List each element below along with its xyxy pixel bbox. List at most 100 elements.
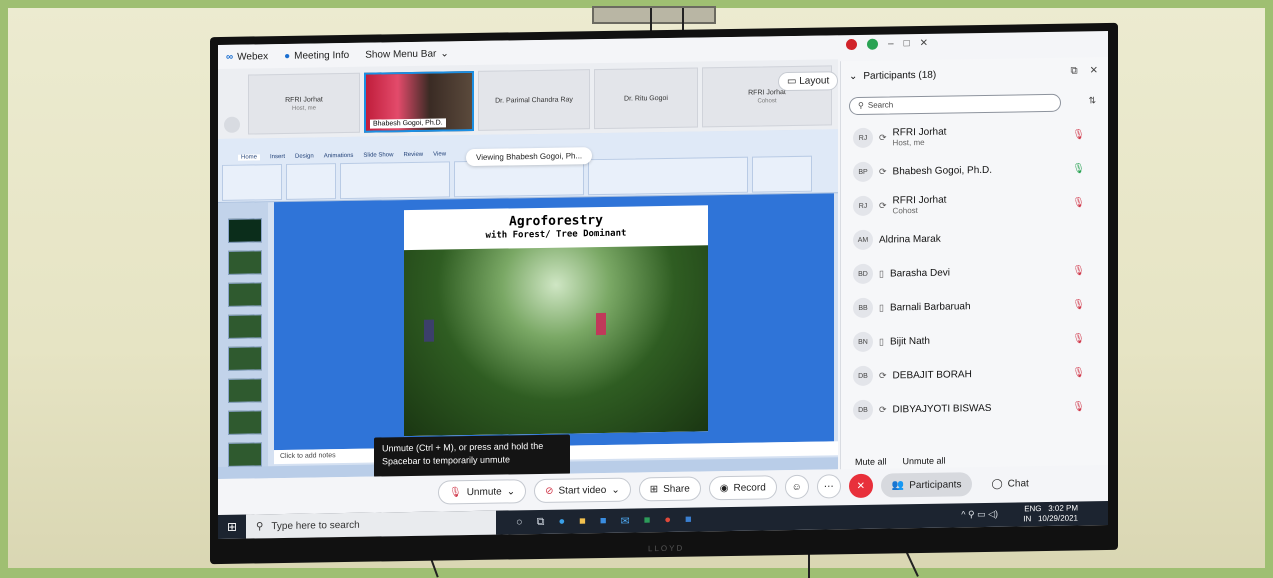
close-icon[interactable]: ✕ (920, 38, 928, 49)
ppt-ribbon: Home Insert Design Animations Slide Show… (218, 129, 838, 204)
meeting-info-button[interactable]: ● Meeting Info (284, 49, 349, 61)
popout-icon[interactable]: ⧉ (1070, 66, 1077, 77)
strip-scroll-left-button[interactable] (224, 116, 240, 133)
ribbon-tab[interactable]: Animations (324, 153, 354, 159)
share-label: Share (663, 483, 690, 495)
chevron-down-icon[interactable]: ⌄ (611, 484, 619, 495)
file-explorer-icon[interactable]: ■ (579, 515, 586, 528)
video-thumbnail[interactable]: RFRI Jorhat Host, me (248, 72, 360, 135)
chat-button[interactable]: ◯ Chat (980, 471, 1039, 496)
participant-row[interactable]: BP ⟳ Bhabesh Gogoi, Ph.D. 🎙 (845, 151, 1095, 189)
webex-taskbar-icon[interactable]: ■ (685, 513, 692, 526)
end-call-button[interactable]: ✕ (848, 473, 873, 499)
collapse-chevron-icon[interactable]: ⌄ (849, 71, 857, 82)
cortana-icon[interactable]: ○ (516, 516, 523, 529)
wall-mount (592, 6, 716, 24)
store-icon[interactable]: ■ (600, 514, 607, 527)
participants-panel: ⌄ Participants (18) ⧉ ✕ ⚲ Search ⇅ RJ ⟳ … (840, 57, 1108, 470)
record-icon: ◉ (719, 482, 729, 494)
maximize-button[interactable]: □ (904, 38, 910, 49)
mic-muted-icon: 🎙 (1072, 366, 1085, 379)
search-icon: ⚲ (256, 520, 264, 532)
avatar: BB (853, 297, 873, 319)
chat-icon: ◯ (991, 478, 1003, 490)
thumbnail-role: Cohost (757, 97, 777, 105)
more-options-button[interactable]: ⋯ (816, 474, 841, 499)
mic-muted-icon: 🎙 (1072, 332, 1085, 345)
windows-start-icon[interactable]: ⊞ (218, 515, 246, 539)
avatar: RJ (853, 127, 873, 149)
minimize-button[interactable]: – (888, 38, 894, 49)
slide-thumbnail[interactable] (228, 250, 262, 275)
start-video-button[interactable]: ⊘ Start video ⌄ (534, 477, 631, 504)
device-icon: ▯ (879, 336, 884, 347)
show-menu-bar-button[interactable]: Show Menu Bar ⌄ (365, 48, 449, 60)
task-view-icon[interactable]: ⧉ (537, 515, 545, 528)
participant-row[interactable]: DB ⟳ DIBYAJYOTI BISWAS 🎙 (845, 389, 1095, 427)
avatar: BD (853, 263, 873, 285)
chevron-down-icon[interactable]: ⌄ (507, 486, 515, 497)
mute-all-button[interactable]: Mute all (855, 457, 887, 467)
close-icon[interactable]: ✕ (1090, 65, 1098, 76)
current-slide: Agroforestry with Forest/ Tree Dominant (404, 205, 708, 437)
participant-name: Aldrina Marak (879, 233, 941, 246)
reactions-button[interactable]: ☺ (784, 474, 809, 500)
system-tray-icons: ^ ⚲ ▭ ◁) (961, 508, 998, 520)
layout-button[interactable]: ▭ Layout (778, 71, 839, 92)
participant-name: Barnali Barbaruah (889, 300, 971, 313)
ribbon-tab[interactable]: Insert (270, 154, 285, 160)
slide-thumbnail[interactable] (228, 378, 262, 403)
television: ∞ Webex ● Meeting Info Show Menu Bar ⌄ –… (210, 22, 1118, 565)
ribbon-group-clipboard (222, 164, 282, 201)
ribbon-group-drawing (588, 156, 748, 196)
ribbon-tab[interactable]: Design (295, 154, 314, 160)
slide-thumbnail[interactable] (228, 282, 262, 307)
slide-thumbnail[interactable] (228, 410, 262, 435)
participant-row[interactable]: DB ⟳ DEBAJIT BORAH 🎙 (845, 355, 1095, 393)
participant-row[interactable]: RJ ⟳ RFRI Jorhat Cohost 🎙 (845, 185, 1095, 223)
mail-icon[interactable]: ✉ (620, 514, 629, 527)
person-figure (424, 319, 434, 342)
webex-logo-icon: ∞ (226, 51, 234, 63)
webex-app-label[interactable]: ∞ Webex (226, 51, 268, 63)
participant-role: Cohost (892, 206, 918, 216)
participant-search-input[interactable]: ⚲ Search (849, 93, 1061, 116)
search-icon: ⚲ (858, 100, 864, 110)
recording-icon (846, 38, 857, 51)
slide-thumbnail[interactable] (228, 442, 262, 467)
edge-icon[interactable]: ● (559, 515, 566, 528)
ribbon-tab[interactable]: Home (238, 154, 261, 161)
participant-row[interactable]: AM Aldrina Marak (845, 219, 1095, 257)
share-button[interactable]: ⊞ Share (638, 476, 701, 502)
participant-row[interactable]: RJ ⟳ RFRI Jorhat Host, me 🎙 (845, 117, 1095, 155)
record-button[interactable]: ◉ Record (708, 475, 777, 501)
unmute-all-button[interactable]: Unmute all (903, 456, 946, 467)
participant-row[interactable]: BD ▯ Barasha Devi 🎙 (845, 253, 1095, 291)
video-thumbnail[interactable]: Dr. Ritu Gogoi (594, 67, 698, 130)
slide-thumbnail[interactable] (228, 346, 262, 371)
chrome-icon[interactable]: ● (664, 513, 671, 526)
participants-label: Participants (909, 478, 962, 491)
system-clock[interactable]: ENG 3:02 PM IN 10/29/2021 (1023, 503, 1078, 524)
ribbon-group-slides (286, 163, 336, 200)
mic-muted-icon: 🎙 (1072, 400, 1085, 413)
video-thumbnail[interactable]: Dr. Parimal Chandra Ray (478, 69, 590, 131)
ribbon-tab[interactable]: View (433, 151, 446, 157)
slide-thumbnail[interactable] (228, 218, 262, 243)
ribbon-tab[interactable]: Slide Show (363, 152, 393, 158)
participant-row[interactable]: BN ▯ Bijit Nath 🎙 (845, 321, 1095, 359)
ribbon-group-editing (752, 155, 812, 193)
shield-icon: ● (284, 50, 291, 62)
ribbon-tab[interactable]: Review (403, 152, 423, 158)
unmute-button[interactable]: 🎙 Unmute ⌄ (438, 479, 527, 505)
excel-icon[interactable]: ■ (644, 514, 651, 527)
phone-icon: ⟳ (879, 166, 887, 177)
sort-icon[interactable]: ⇅ (1088, 95, 1096, 106)
close-icon: ✕ (856, 480, 865, 492)
video-thumbnail-active[interactable]: Bhabesh Gogoi, Ph.D. (364, 70, 474, 133)
participant-name: RFRI Jorhat (892, 126, 947, 139)
participant-row[interactable]: BB ▯ Barnali Barbaruah 🎙 (845, 287, 1095, 325)
participants-button[interactable]: 👥 Participants (880, 472, 973, 498)
slide-thumbnail[interactable] (228, 314, 262, 339)
taskbar-search-input[interactable]: ⚲ Type here to search (246, 510, 496, 539)
